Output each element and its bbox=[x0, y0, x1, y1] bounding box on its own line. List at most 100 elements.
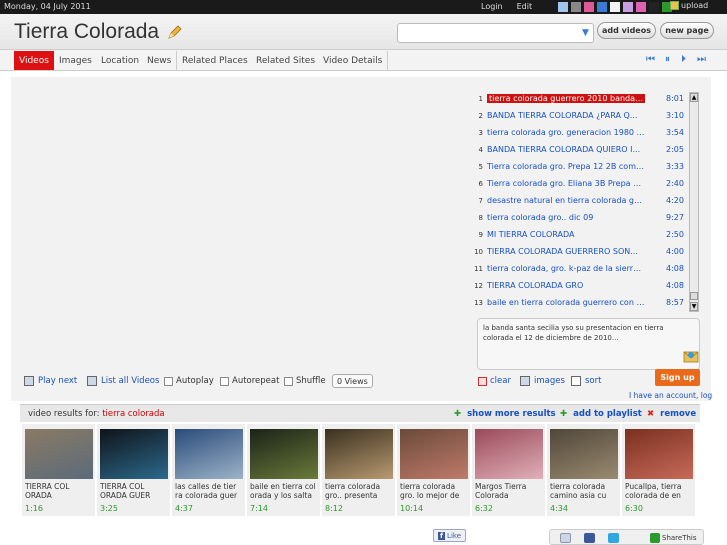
playlist-item[interactable]: 4 BANDA TIERRA COLORADA QUIERO I... 2:05 bbox=[474, 141, 688, 158]
playlist-item-title[interactable]: baile en tierra colorada guerrero con lo… bbox=[487, 298, 645, 307]
playlist-item-title[interactable]: tierra colorada gro.. dic 09 bbox=[487, 213, 645, 222]
add-to-playlist-button[interactable]: ✚ add to playlist bbox=[560, 409, 642, 419]
playlist-item[interactable]: 2 BANDA TIERRA COLORADA ¿PARA Q... 3:10 bbox=[474, 107, 688, 124]
chevron-down-icon[interactable]: ▼ bbox=[582, 28, 589, 38]
video-caption[interactable]: tierra colorada camino asia cu bbox=[550, 482, 620, 502]
video-thumbnail[interactable] bbox=[175, 429, 243, 479]
email-icon[interactable] bbox=[560, 533, 571, 543]
theme-swatch[interactable] bbox=[623, 2, 633, 12]
video-thumbnail[interactable] bbox=[400, 429, 468, 479]
video-caption[interactable]: Pucallpa, tierra colorada de en bbox=[625, 482, 695, 502]
scroll-up-icon[interactable]: ▲ bbox=[690, 93, 698, 102]
playlist-item-title[interactable]: Tierra colorada gro. Prepa 12 2B como ..… bbox=[487, 162, 645, 171]
shuffle-checkbox[interactable]: Shuffle bbox=[284, 376, 326, 386]
video-result[interactable]: tierra colorada gro.. presenta 8:12 bbox=[322, 424, 395, 516]
playlist-item-title[interactable]: TIERRA COLORADA GUERRERO SON... bbox=[487, 247, 645, 256]
playlist-scrollbar[interactable]: ▲ ▼ bbox=[689, 92, 699, 312]
playlist-item[interactable]: 13 baile en tierra colorada guerrero con … bbox=[474, 294, 688, 311]
scroll-down-icon[interactable]: ▼ bbox=[690, 302, 698, 311]
playlist-item-title[interactable]: MI TIERRA COLORADA bbox=[487, 230, 645, 239]
upload-link[interactable]: upload bbox=[670, 1, 708, 10]
tab-related-sites[interactable]: Related Sites bbox=[251, 51, 322, 70]
playlist-item-title[interactable]: tierra colorada, gro. k-paz de la sierra… bbox=[487, 264, 645, 273]
new-page-button[interactable]: new page bbox=[660, 22, 714, 39]
sharethis-button[interactable]: ShareThis bbox=[650, 533, 697, 543]
play-icon[interactable]: ⏵ bbox=[681, 54, 686, 65]
playlist-item[interactable]: 7 desastre natural en tierra colorada gro… bbox=[474, 192, 688, 209]
video-result[interactable]: TIERRA COL ORADA 1:16 bbox=[22, 424, 95, 516]
playlist-item[interactable]: 3 tierra colorada gro. generacion 1980 19… bbox=[474, 124, 688, 141]
theme-swatch[interactable] bbox=[649, 2, 659, 12]
playlist-item[interactable]: 11 tierra colorada, gro. k-paz de la sier… bbox=[474, 260, 688, 277]
tab-related-places[interactable]: Related Places bbox=[177, 51, 254, 70]
have-account-link[interactable]: I have an account, log bbox=[629, 391, 712, 400]
video-thumbnail[interactable] bbox=[325, 429, 393, 479]
theme-swatch[interactable] bbox=[545, 2, 555, 12]
video-result[interactable]: Pucallpa, tierra colorada de en 6:30 bbox=[622, 424, 695, 516]
shuffle-box[interactable] bbox=[284, 376, 293, 386]
video-result[interactable]: las calles de tier ra colorada guer 4:37 bbox=[172, 424, 245, 516]
video-thumbnail[interactable] bbox=[475, 429, 543, 479]
theme-swatch[interactable] bbox=[584, 2, 594, 12]
playlist-item[interactable]: 10 TIERRA COLORADA GUERRERO SON... 4:00 bbox=[474, 243, 688, 260]
playlist-item[interactable]: 9 MI TIERRA COLORADA 2:50 bbox=[474, 226, 688, 243]
rewind-icon[interactable]: ⏮ bbox=[646, 54, 655, 65]
play-next-button[interactable]: Play next bbox=[24, 376, 77, 386]
pencil-icon[interactable] bbox=[166, 25, 182, 41]
playlist-item-title[interactable]: tierra colorada guerrero 2010 banda sa..… bbox=[487, 94, 645, 103]
tab-videos[interactable]: Videos bbox=[14, 51, 55, 70]
add-videos-button[interactable]: add videos bbox=[597, 22, 656, 39]
video-thumbnail[interactable] bbox=[625, 429, 693, 479]
envelope-icon[interactable] bbox=[683, 349, 699, 363]
tab-video-details[interactable]: Video Details bbox=[318, 51, 389, 70]
video-result[interactable]: tierra colorada gro. lo mejor de 10:14 bbox=[397, 424, 470, 516]
search-input[interactable] bbox=[397, 23, 594, 43]
fast-forward-icon[interactable]: ⏭ bbox=[697, 54, 706, 65]
theme-swatch[interactable] bbox=[571, 2, 581, 12]
video-caption[interactable]: tierra colorada gro. lo mejor de bbox=[400, 482, 470, 502]
video-caption[interactable]: TIERRA COL ORADA bbox=[25, 482, 95, 502]
video-caption[interactable]: tierra colorada gro.. presenta bbox=[325, 482, 395, 502]
results-query[interactable]: tierra colorada bbox=[102, 409, 164, 419]
autoplay-checkbox[interactable]: Autoplay bbox=[164, 376, 214, 386]
show-more-results-button[interactable]: ✚ show more results bbox=[454, 409, 556, 419]
video-thumbnail[interactable] bbox=[25, 429, 93, 479]
video-caption[interactable]: baile en tierra col orada y los salta bbox=[250, 482, 320, 502]
playlist-item-title[interactable]: Tierra colorada gro. Eliana 3B Prepa 12.… bbox=[487, 179, 645, 188]
facebook-icon[interactable] bbox=[584, 533, 595, 543]
playlist-item[interactable]: 1 tierra colorada guerrero 2010 banda sa.… bbox=[474, 90, 688, 107]
video-result[interactable]: TIERRA COL ORADA GUER 3:25 bbox=[97, 424, 170, 516]
video-caption[interactable]: Margos Tierra Colorada bbox=[475, 482, 545, 502]
playlist-item-title[interactable]: TIERRA COLORADA GRO bbox=[487, 281, 645, 290]
playlist-item[interactable]: 8 tierra colorada gro.. dic 09 9:27 bbox=[474, 209, 688, 226]
edit-link[interactable]: Edit bbox=[517, 2, 533, 11]
tab-images[interactable]: Images bbox=[54, 51, 98, 70]
playlist-item[interactable]: 6 Tierra colorada gro. Eliana 3B Prepa 12… bbox=[474, 175, 688, 192]
autoplay-box[interactable] bbox=[164, 376, 173, 386]
playlist-item-title[interactable]: BANDA TIERRA COLORADA ¿PARA Q... bbox=[487, 111, 645, 120]
playlist-item-title[interactable]: tierra colorada gro. generacion 1980 19.… bbox=[487, 128, 645, 137]
video-thumbnail[interactable] bbox=[550, 429, 618, 479]
video-player[interactable] bbox=[11, 77, 473, 367]
scroll-thumb[interactable] bbox=[690, 292, 698, 300]
video-thumbnail[interactable] bbox=[100, 429, 168, 479]
theme-swatch[interactable] bbox=[597, 2, 607, 12]
sign-up-button[interactable]: Sign up bbox=[655, 369, 700, 386]
clear-button[interactable]: clear bbox=[478, 376, 511, 386]
tab-news[interactable]: News bbox=[142, 51, 178, 70]
pause-icon[interactable]: ⏸ bbox=[665, 54, 670, 65]
video-result[interactable]: Margos Tierra Colorada 6:32 bbox=[472, 424, 545, 516]
theme-swatch[interactable] bbox=[558, 2, 568, 12]
remove-button[interactable]: ✖ remove bbox=[647, 409, 696, 419]
playlist-item[interactable]: 5 Tierra colorada gro. Prepa 12 2B como .… bbox=[474, 158, 688, 175]
tab-location[interactable]: Location bbox=[96, 51, 146, 70]
video-caption[interactable]: las calles de tier ra colorada guer bbox=[175, 482, 245, 502]
playlist-item-title[interactable]: BANDA TIERRA COLORADA QUIERO I... bbox=[487, 145, 645, 154]
video-caption[interactable]: TIERRA COL ORADA GUER bbox=[100, 482, 170, 502]
playlist-item[interactable]: 12 TIERRA COLORADA GRO 4:08 bbox=[474, 277, 688, 294]
like-button[interactable]: f Like bbox=[433, 529, 467, 542]
theme-swatch[interactable] bbox=[610, 2, 620, 12]
playlist-item-title[interactable]: desastre natural en tierra colorada gro.… bbox=[487, 196, 645, 205]
twitter-icon[interactable] bbox=[608, 533, 619, 543]
video-thumbnail[interactable] bbox=[250, 429, 318, 479]
